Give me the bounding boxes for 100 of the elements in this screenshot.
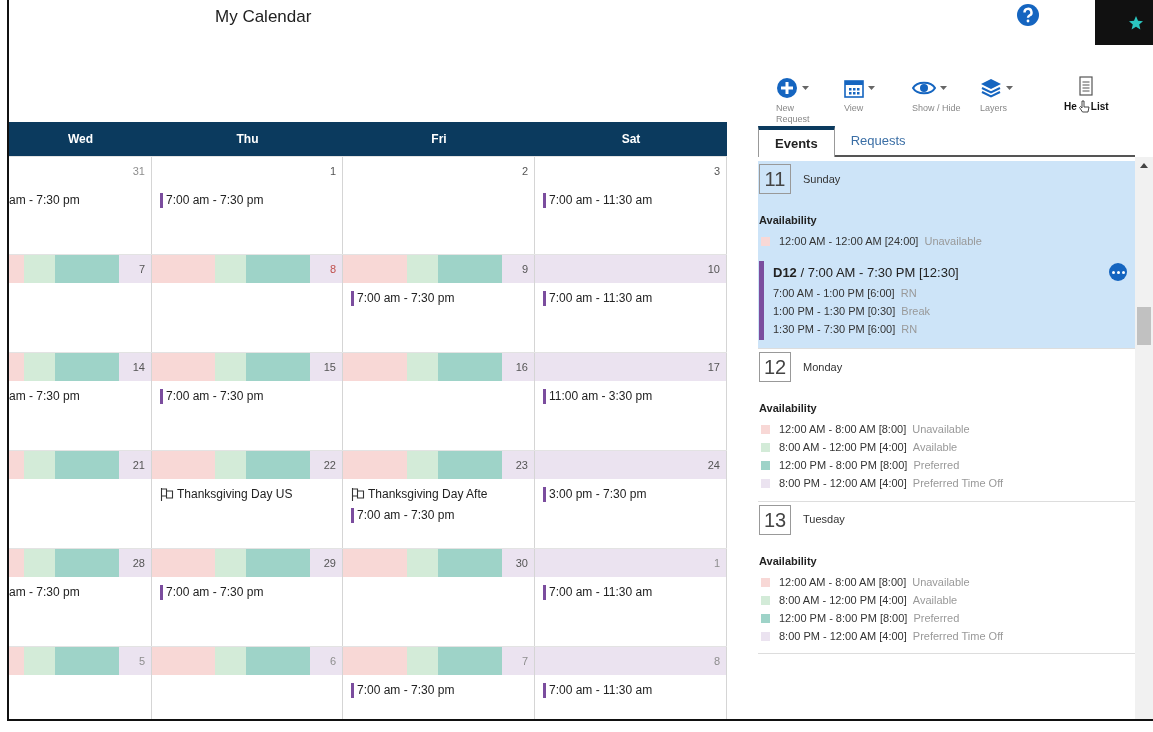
shift-entry[interactable]: 7:00 am - 7:30 pm xyxy=(160,583,342,601)
day-name: Tuesday xyxy=(803,512,845,528)
day-number: 7 xyxy=(521,654,528,669)
availability-status: Unavailable xyxy=(912,422,970,438)
day-number: 15 xyxy=(323,360,336,375)
scroll-up-icon[interactable] xyxy=(1140,163,1148,168)
section-heading: Availability xyxy=(759,213,818,228)
day-name: Monday xyxy=(803,359,843,375)
star-icon xyxy=(1129,15,1143,30)
shift-entry[interactable]: 7:00 am - 11:30 am xyxy=(543,289,726,307)
column-header: Thu xyxy=(236,131,259,148)
shift-entry[interactable]: 7:00 am - 7:30 pm xyxy=(160,387,342,405)
segment-role: RN xyxy=(900,285,917,301)
day-number: 17 xyxy=(707,360,720,375)
day-number: 9 xyxy=(521,262,528,277)
shift-entry[interactable]: am - 7:30 pm xyxy=(9,191,151,209)
holiday-label[interactable]: Thanksgiving Day Afte xyxy=(368,485,488,503)
availability-time: 12:00 PM - 8:00 PM [8:00] xyxy=(779,458,908,474)
toolbar-button[interactable]: New Request xyxy=(776,76,830,125)
scrollbar[interactable] xyxy=(1135,157,1153,719)
segment-time: 7:00 AM - 1:00 PM [6:00] xyxy=(773,285,895,301)
availability-status: Preferred xyxy=(913,610,960,626)
day-name: Sunday xyxy=(803,171,841,187)
flag-icon xyxy=(351,487,365,501)
availability-time: 8:00 AM - 12:00 PM [4:00] xyxy=(779,440,907,456)
segment-time: 1:00 PM - 1:30 PM [0:30] xyxy=(773,303,896,319)
date-box: 13 xyxy=(759,504,791,535)
shift-entry[interactable]: am - 7:30 pm xyxy=(9,387,151,405)
page-title: My Calendar xyxy=(215,7,312,26)
availability-status: Available xyxy=(912,440,958,456)
shift-entry[interactable]: 7:00 am - 7:30 pm xyxy=(351,289,534,307)
caret-icon xyxy=(802,86,809,90)
scrollbar-thumb[interactable] xyxy=(1137,307,1151,345)
day-number: 31 xyxy=(132,164,145,179)
column-header: Wed xyxy=(67,131,94,148)
availability-status: Unavailable xyxy=(912,574,970,590)
date-box: 12 xyxy=(759,352,791,382)
day-number: 28 xyxy=(132,556,145,571)
plus-circle-icon xyxy=(776,77,798,99)
day-number: 8 xyxy=(329,262,336,277)
shift-title[interactable]: D12 / 7:00 AM - 7:30 PM [12:30] xyxy=(773,262,959,282)
layers-icon xyxy=(980,78,1002,98)
day-number: 21 xyxy=(132,458,145,473)
day-number: 16 xyxy=(515,360,528,375)
day-number: 8 xyxy=(713,654,720,669)
availability-time: 12:00 AM - 8:00 AM [8:00] xyxy=(779,574,907,590)
availability-status: Preferred Time Off xyxy=(912,476,1004,492)
day-number: 6 xyxy=(329,654,336,669)
availability-time: 12:00 PM - 8:00 PM [8:00] xyxy=(779,610,908,626)
segment-role: Break xyxy=(901,303,931,319)
availability-status: Available xyxy=(912,592,958,608)
shift-entry[interactable]: 7:00 am - 7:30 pm xyxy=(351,506,534,524)
day-number: 1 xyxy=(713,556,720,571)
shift-entry[interactable]: 11:00 am - 3:30 pm xyxy=(543,387,726,405)
availability-time: 8:00 PM - 12:00 AM [4:00] xyxy=(779,628,907,644)
day-number: 5 xyxy=(138,654,145,669)
caret-icon xyxy=(868,86,875,90)
segment-time: 1:30 PM - 7:30 PM [6:00] xyxy=(773,321,896,337)
caret-icon xyxy=(940,86,947,90)
button-label: He xyxy=(1064,100,1077,114)
availability-time: 12:00 AM - 8:00 AM [8:00] xyxy=(779,422,907,438)
app-badge[interactable] xyxy=(1095,0,1153,45)
day-number: 10 xyxy=(707,262,720,277)
calendar-icon xyxy=(844,78,864,98)
column-header: Sat xyxy=(621,131,641,148)
button-label: List xyxy=(1090,100,1109,114)
date-box: 11 xyxy=(759,164,791,194)
day-number: 30 xyxy=(515,556,528,571)
more-button[interactable] xyxy=(1109,263,1127,282)
availability-status: Unavailable xyxy=(924,234,982,250)
day-number: 7 xyxy=(138,262,145,277)
availability-time: 12:00 AM - 12:00 AM [24:00] xyxy=(779,234,919,250)
shift-entry[interactable]: 7:00 am - 7:30 pm xyxy=(160,191,342,209)
eye-icon xyxy=(912,80,936,96)
availability-status: Preferred xyxy=(913,458,960,474)
day-number: 24 xyxy=(707,458,720,473)
shift-entry[interactable]: 7:00 am - 11:30 am xyxy=(543,583,726,601)
shift-entry[interactable]: 3:00 pm - 7:30 pm xyxy=(543,485,726,503)
toolbar-button[interactable]: View xyxy=(844,76,898,114)
day-number: 22 xyxy=(323,458,336,473)
shift-entry[interactable]: 7:00 am - 7:30 pm xyxy=(351,681,534,699)
tab[interactable]: Requests xyxy=(834,127,922,155)
day-section[interactable]: 12 Monday Availability 12:00 AM - 8:00 AM [8:00] Unavailable 8:00 AM - 12:00 PM [4:00] Available 12:00 PM - 8:00 PM [8:00] Preferred 8:00 PM - 12:00 AM [4:00] Preferred Time Off xyxy=(758,349,1135,502)
column-header: Fri xyxy=(431,131,447,148)
segment-role: RN xyxy=(901,321,918,337)
toolbar-button[interactable]: Show / Hide xyxy=(912,76,966,114)
shift-entry[interactable]: 7:00 am - 11:30 am xyxy=(543,191,726,209)
document-icon xyxy=(1079,76,1094,96)
toolbar-button[interactable]: Layers xyxy=(980,76,1034,114)
availability-status: Preferred Time Off xyxy=(912,628,1004,644)
holiday-label[interactable]: Thanksgiving Day US xyxy=(177,485,293,503)
tab[interactable]: Events xyxy=(758,126,835,157)
hand-cursor-icon xyxy=(1077,100,1090,114)
day-number: 29 xyxy=(323,556,336,571)
shift-entry[interactable]: am - 7:30 pm xyxy=(9,583,151,601)
help-list-button[interactable]: He List xyxy=(1064,76,1109,114)
help-icon[interactable] xyxy=(1017,4,1039,26)
shift-entry[interactable]: 7:00 am - 11:30 am xyxy=(543,681,726,699)
day-number: 2 xyxy=(521,164,528,179)
day-section[interactable]: 11 Sunday Availability 12:00 AM - 12:00 AM [24:00] Unavailable D12 / 7:00 AM - 7:30 PM [12:30] 7:00 AM - 1:00 PM [6:00] RN 1:00 PM - 1:30 PM [0:30] Break 1:30 PM - 7:30 PM [6:00] RN xyxy=(758,161,1135,349)
